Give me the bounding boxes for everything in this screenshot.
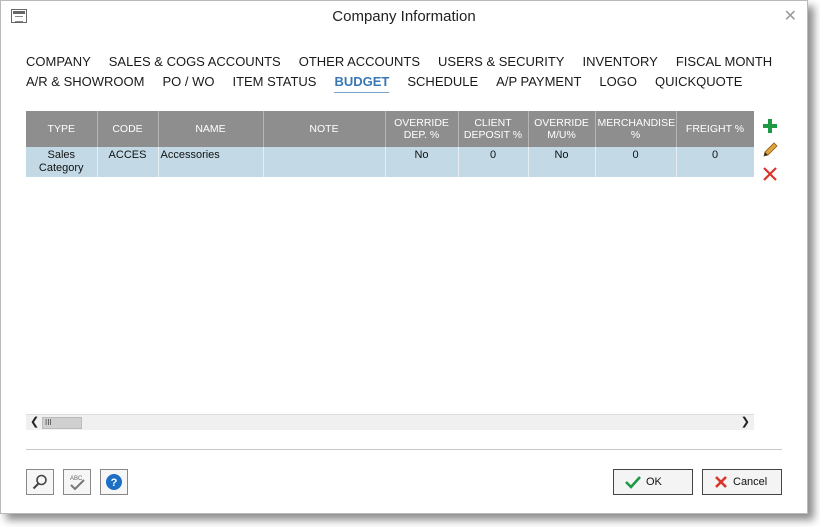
budget-grid: TYPE CODE NAME NOTE OVERRIDE DEP. % CLIENT DE… [26,111,754,411]
column-header-type[interactable]: TYPE [26,111,98,147]
scroll-right-arrow[interactable]: ❯ [741,415,750,428]
ok-button[interactable]: OK [613,469,693,495]
window-title: Company Information [332,8,476,25]
search-icon [32,474,47,490]
help-icon: ? [106,474,122,490]
row-tools [760,114,780,186]
svg-text:?: ? [111,477,118,489]
tab-inventory[interactable]: INVENTORY [582,54,657,69]
table-row[interactable]: Sales Category ACCES Accessories No 0 No 0 0 [26,147,754,177]
cell-override-m-u[interactable]: No [528,147,596,177]
grid-header-row: TYPE CODE NAME NOTE OVERRIDE DEP. % CLIENT DE… [26,111,754,147]
cell-name[interactable]: Accessories [158,147,264,177]
column-header-note[interactable]: NOTE [263,111,386,147]
add-icon[interactable] [760,114,780,138]
cell-freight[interactable]: 0 [676,147,754,177]
svg-text:ABC: ABC [70,476,83,482]
tab-budget[interactable]: BUDGET [334,74,389,93]
scroll-thumb[interactable]: III [42,417,82,429]
tab-logo[interactable]: LOGO [599,74,637,89]
footer-divider [26,449,782,450]
checkmark-icon [625,476,641,489]
edit-pencil-icon[interactable] [760,138,780,162]
scroll-left-arrow[interactable]: ❮ [30,415,39,428]
cell-merchandise[interactable]: 0 [595,147,677,177]
search-button[interactable] [26,469,54,495]
tab-other-accounts[interactable]: OTHER ACCOUNTS [299,54,420,69]
column-header-code[interactable]: CODE [97,111,159,147]
horizontal-scrollbar[interactable]: ❮ III ❯ [26,414,754,430]
tab-company[interactable]: COMPANY [26,54,91,69]
settings-tabs: COMPANY SALES & COGS ACCOUNTS OTHER ACCOUN… [26,51,786,93]
column-header-merchandise[interactable]: MERCHANDISE % [595,111,677,147]
tab-row-2: A/R & SHOWROOM PO / WO ITEM STATUS BUDGET SC… [26,71,786,93]
tab-schedule[interactable]: SCHEDULE [407,74,478,89]
column-header-freight[interactable]: FREIGHT % [676,111,754,147]
spellcheck-button[interactable]: ABC [63,469,91,495]
cell-note[interactable] [263,147,386,177]
cell-client-deposit[interactable]: 0 [458,147,529,177]
company-information-dialog: Company Information ✕ COMPANY SALES & COG… [0,0,808,514]
cancel-button[interactable]: Cancel [702,469,782,495]
ok-button-label: OK [646,476,662,488]
cell-override-dep[interactable]: No [385,147,459,177]
title-bar: Company Information ✕ [1,1,807,32]
tab-sales-cogs-accounts[interactable]: SALES & COGS ACCOUNTS [109,54,281,69]
column-header-name[interactable]: NAME [158,111,264,147]
column-header-override-m-u[interactable]: OVERRIDE M/U% [528,111,596,147]
help-button[interactable]: ? [100,469,128,495]
tab-item-status[interactable]: ITEM STATUS [232,74,316,89]
column-header-client-deposit[interactable]: CLIENT DEPOSIT % [458,111,529,147]
tab-row-1: COMPANY SALES & COGS ACCOUNTS OTHER ACCOUN… [26,51,786,71]
close-icon[interactable]: ✕ [784,6,797,25]
tab-users-security[interactable]: USERS & SECURITY [438,54,564,69]
tab-fiscal-month[interactable]: FISCAL MONTH [676,54,772,69]
cancel-x-icon [715,476,727,488]
cancel-button-label: Cancel [733,476,768,488]
tab-a-p-payment[interactable]: A/P PAYMENT [496,74,581,89]
delete-x-icon[interactable] [760,162,780,186]
column-header-override-dep[interactable]: OVERRIDE DEP. % [385,111,459,147]
spellcheck-icon: ABC [70,476,85,491]
tab-po-wo[interactable]: PO / WO [162,74,214,89]
cell-code[interactable]: ACCES [97,147,159,177]
cell-type[interactable]: Sales Category [26,147,98,177]
tab-a-r-showroom[interactable]: A/R & SHOWROOM [26,74,144,89]
tab-quickquote[interactable]: QUICKQUOTE [655,74,742,89]
